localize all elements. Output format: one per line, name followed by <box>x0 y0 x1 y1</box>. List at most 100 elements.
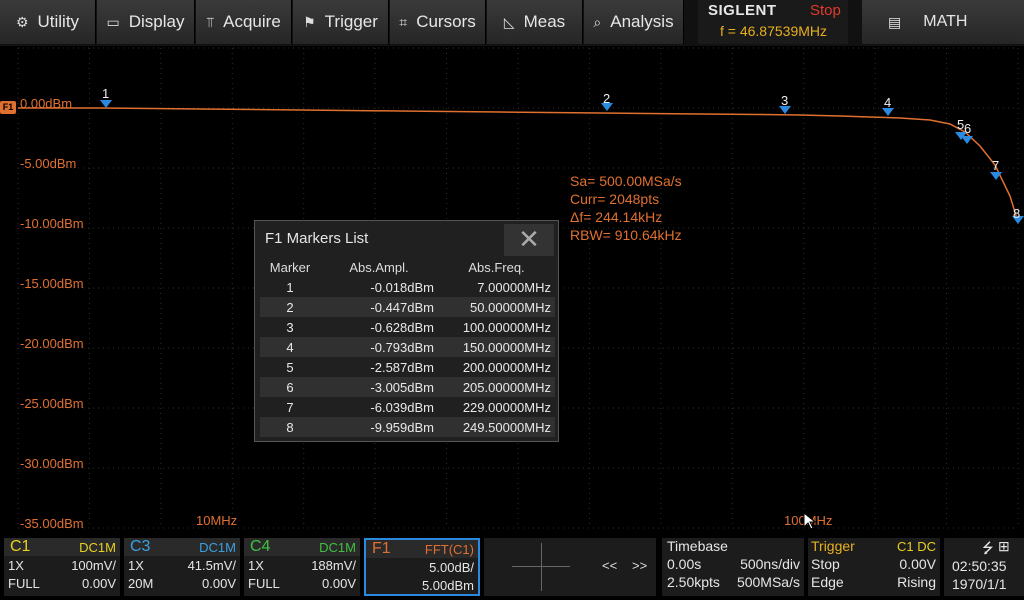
cell-ampl: -0.793dBm <box>320 337 438 357</box>
channel-c4-box[interactable]: C4 DC1M 1X 188mV/ FULL 0.00V <box>244 538 360 596</box>
menu-bar: ⚙ Utility ▭ Display ⫪ Acquire ⚑ Trigger ⌗ Cur… <box>0 0 1024 46</box>
col-abs-freq: Abs.Freq. <box>468 259 525 275</box>
marker-1-icon[interactable] <box>100 100 112 108</box>
menu-trigger-label: Trigger <box>324 12 378 31</box>
menu-analysis[interactable]: ⌕ Analysis <box>584 0 684 44</box>
math-button[interactable]: ▤ MATH <box>862 0 1024 44</box>
trigger-label: Trigger <box>811 538 855 554</box>
markers-list-dialog[interactable]: F1 Markers List ✕ Marker Abs.Ampl. Abs.F… <box>254 220 559 442</box>
channel-c4-bw: FULL <box>248 576 280 591</box>
channel-c1-offset: 0.00V <box>82 576 116 591</box>
table-row[interactable]: 2 -0.447dBm 50.00000MHz <box>260 297 555 317</box>
channel-c4-coupling: DC1M <box>319 540 356 555</box>
cell-freq: 7.00000MHz <box>477 279 551 295</box>
markers-list-title: F1 Markers List <box>265 230 369 247</box>
sample-rate: Sa= 500.00MSa/s <box>570 173 682 189</box>
prev-button[interactable]: << <box>602 558 617 573</box>
clock-time: 02:50:35 <box>952 558 1007 574</box>
table-row[interactable]: 7 -6.039dBm 229.00000MHz <box>260 397 555 417</box>
delta-f: Δf= 244.14kHz <box>570 209 663 225</box>
timebase-box[interactable]: Timebase 0.00s 500ns/div 2.50kpts 500MSa… <box>662 538 804 596</box>
marker-label-8: 8 <box>1013 206 1021 221</box>
fft-info: Sa= 500.00MSa/s Curr= 2048pts Δf= 244.14… <box>570 172 682 244</box>
timebase-points: 2.50kpts <box>667 574 720 590</box>
marker-label-3: 3 <box>781 93 789 108</box>
channel-c3-probe: 1X <box>128 558 144 573</box>
brand-status: SIGLENT Stop f = 46.87539MHz <box>698 0 848 44</box>
marker-label-1: 1 <box>102 86 110 101</box>
gear-icon: ⚙ <box>15 13 29 30</box>
channel-c1-scale: 100mV/ <box>71 558 116 573</box>
channel-c4-name: C4 <box>250 538 271 555</box>
table-row[interactable]: 1 -0.018dBm 7.00000MHz <box>260 277 555 297</box>
table-row[interactable]: 6 -3.005dBm 205.00000MHz <box>260 377 555 397</box>
trace-tag[interactable]: F1 <box>0 101 16 114</box>
cell-marker: 5 <box>286 359 294 375</box>
cell-ampl: -0.018dBm <box>370 279 434 295</box>
cell-marker: 4 <box>260 337 320 357</box>
menu-analysis-label: Analysis <box>610 12 674 31</box>
waveform-area[interactable]: F1 0.00dBm -5.00dBm -10.00dBm -15.00dBm … <box>0 46 1024 531</box>
cell-marker: 3 <box>286 319 294 335</box>
channel-c1-box[interactable]: C1 DC1M 1X 100mV/ FULL 0.00V <box>4 538 120 596</box>
marker-6-icon[interactable] <box>961 136 973 144</box>
menu-utility[interactable]: ⚙ Utility <box>0 0 96 44</box>
navigation-box[interactable]: << >> <box>484 538 656 596</box>
menu-meas[interactable]: ◺ Meas <box>487 0 583 44</box>
channel-c3-offset: 0.00V <box>202 576 236 591</box>
math-f1-scale: 5.00dB/ <box>429 560 474 575</box>
cell-ampl: -9.959dBm <box>320 417 438 437</box>
rbw: RBW= 910.64kHz <box>570 227 682 243</box>
table-row[interactable]: 4 -0.793dBm 150.00000MHz <box>260 337 555 357</box>
cell-marker: 2 <box>260 297 320 317</box>
marker-label-4: 4 <box>884 95 892 110</box>
menu-display[interactable]: ▭ Display <box>97 0 195 44</box>
mouse-pointer-icon <box>803 512 817 530</box>
cell-ampl: -0.447dBm <box>320 297 438 317</box>
menu-utility-label: Utility <box>37 12 80 31</box>
menu-acquire[interactable]: ⫪ Acquire <box>196 0 292 44</box>
menu-acquire-label: Acquire <box>223 12 281 31</box>
plot-markers <box>100 100 1024 224</box>
channel-c3-scale: 41.5mV/ <box>187 558 236 573</box>
flag-icon: ⚑ <box>303 13 316 30</box>
timebase-label: Timebase <box>667 538 728 554</box>
channel-c4-probe: 1X <box>248 558 264 573</box>
cell-freq: 50.00000MHz <box>438 297 555 317</box>
trigger-level: 0.00V <box>899 556 936 572</box>
channel-c1-coupling: DC1M <box>79 540 116 555</box>
math-f1-source: FFT(C1) <box>424 542 474 557</box>
cell-ampl: -2.587dBm <box>370 359 434 375</box>
next-button[interactable]: >> <box>632 558 647 573</box>
trigger-slope: Rising <box>897 574 936 590</box>
channel-c3-coupling: DC1M <box>199 540 236 555</box>
menu-cursors[interactable]: ⌗ Cursors <box>390 0 486 44</box>
math-f1-box[interactable]: F1 FFT(C1) 5.00dB/ 5.00dBm <box>364 538 480 596</box>
table-row[interactable]: 8 -9.959dBm 249.50000MHz <box>260 417 555 437</box>
marker-label-6: 6 <box>964 121 972 136</box>
status-bar: C1 DC1M 1X 100mV/ FULL 0.00V C3 DC1M 1X … <box>0 530 1024 600</box>
y-label-1: -5.00dBm <box>20 156 77 171</box>
marker-label-2: 2 <box>603 91 611 106</box>
network-icon: ⊞ <box>998 538 1010 554</box>
table-row[interactable]: 5 -2.587dBm 200.00000MHz <box>260 357 555 377</box>
channel-c4-offset: 0.00V <box>322 576 356 591</box>
monitor-icon: ▭ <box>106 13 120 30</box>
math-f1-name: F1 <box>372 540 391 557</box>
analysis-icon: ⌕ <box>593 13 602 30</box>
close-button[interactable]: ✕ <box>504 224 554 256</box>
channel-c3-box[interactable]: C3 DC1M 1X 41.5mV/ 20M 0.00V <box>124 538 240 596</box>
table-row[interactable]: 3 -0.628dBm 100.00000MHz <box>260 317 555 337</box>
trigger-box[interactable]: Trigger C1 DC Stop 0.00V Edge Rising <box>808 538 940 596</box>
channel-c3-bw: 20M <box>128 576 154 591</box>
fft-trace <box>18 107 1019 223</box>
markers-table-header: Marker Abs.Ampl. Abs.Freq. <box>260 257 555 277</box>
menu-trigger[interactable]: ⚑ Trigger <box>293 0 389 44</box>
cursor-cross-icon: ⌗ <box>399 13 408 30</box>
memo-icon: ▤ <box>888 13 902 30</box>
cell-marker: 6 <box>260 377 320 397</box>
math-f1-ref: 5.00dBm <box>421 578 474 593</box>
ruler-icon: ◺ <box>503 13 515 30</box>
crosshair-icon-v <box>541 543 542 591</box>
y-label-7: -35.00dBm <box>20 516 84 531</box>
